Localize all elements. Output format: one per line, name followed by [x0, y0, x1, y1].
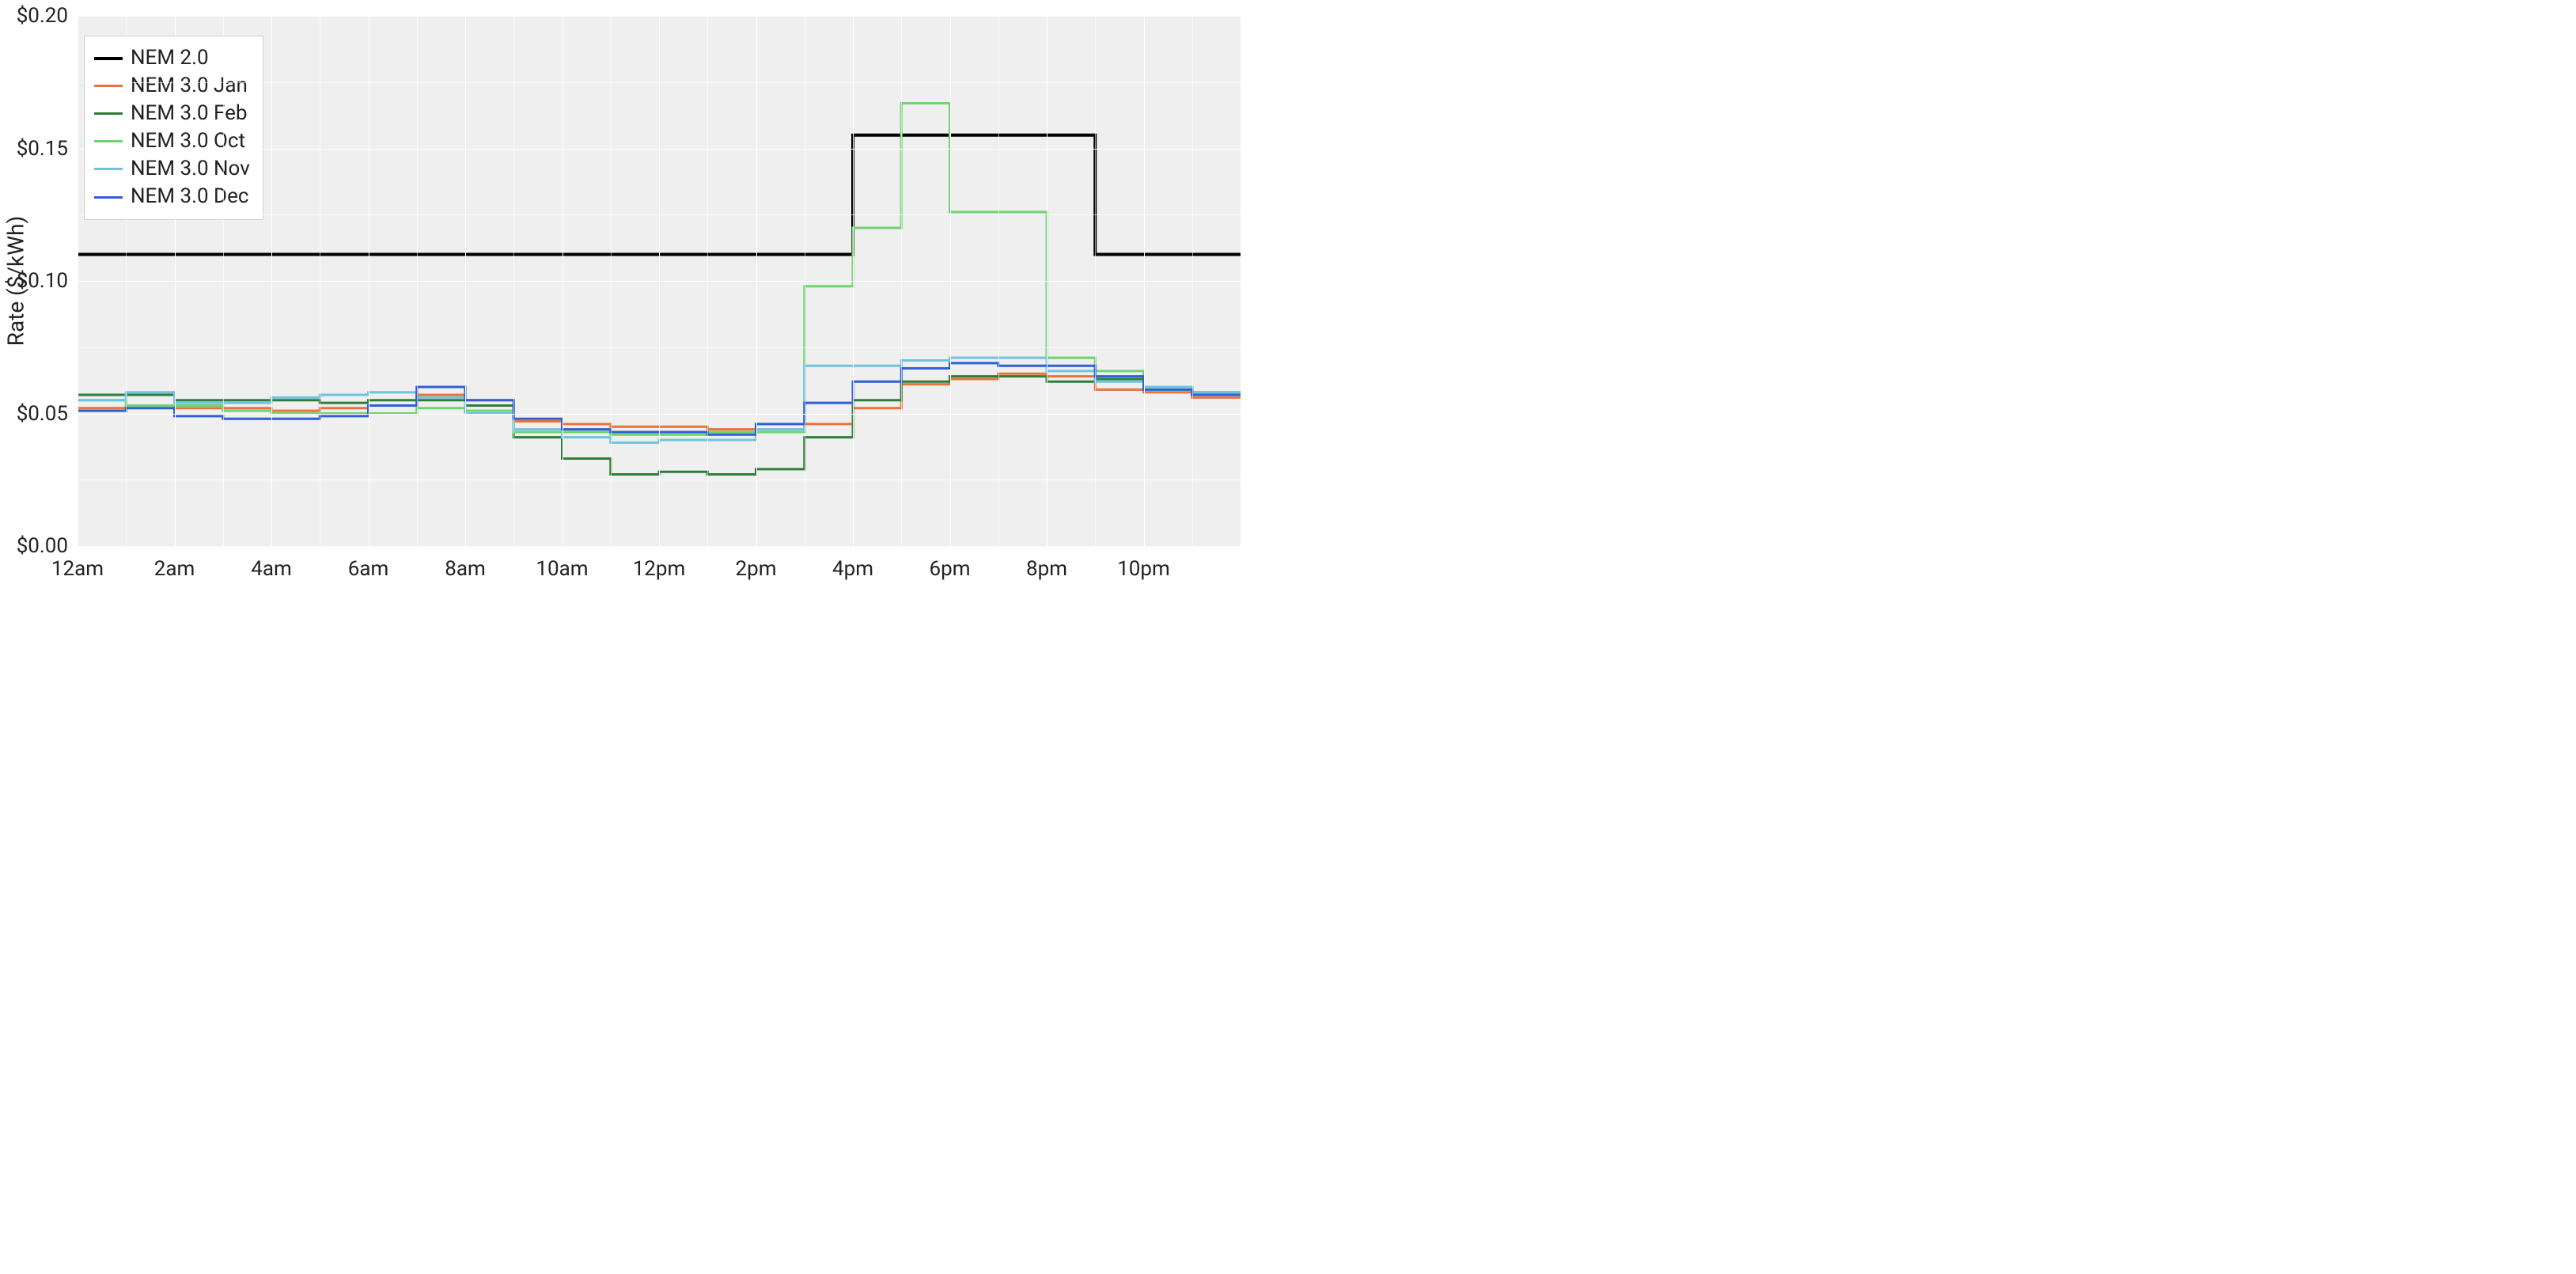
- grid-line-v-minor: [513, 16, 514, 546]
- y-tick-label: $0.20: [17, 4, 78, 28]
- grid-line-v: [659, 16, 660, 546]
- x-tick-label: 8am: [445, 546, 486, 581]
- grid-line-v: [175, 16, 176, 546]
- x-tick-label: 6pm: [929, 546, 970, 581]
- legend-swatch: [94, 112, 123, 115]
- legend-label: NEM 3.0 Jan: [131, 72, 248, 100]
- grid-line-v-minor: [611, 16, 612, 546]
- grid-line-v-minor: [1192, 16, 1193, 546]
- legend-swatch: [94, 140, 123, 142]
- legend-item: NEM 3.0 Oct: [94, 127, 250, 155]
- x-tick-label: 4am: [251, 546, 292, 581]
- legend-swatch: [94, 85, 123, 87]
- legend-label: NEM 3.0 Oct: [131, 127, 245, 155]
- rate-chart: NEM 2.0NEM 3.0 JanNEM 3.0 FebNEM 3.0 Oct…: [0, 0, 1288, 637]
- grid-line-v: [853, 16, 854, 546]
- legend-item: NEM 2.0: [94, 44, 250, 72]
- legend: NEM 2.0NEM 3.0 JanNEM 3.0 FebNEM 3.0 Oct…: [84, 36, 263, 220]
- grid-line-v-minor: [998, 16, 999, 546]
- plot-area: NEM 2.0NEM 3.0 JanNEM 3.0 FebNEM 3.0 Oct…: [78, 16, 1241, 546]
- grid-line-v: [465, 16, 466, 546]
- legend-label: NEM 3.0 Nov: [131, 155, 250, 183]
- x-tick-label: 12am: [51, 546, 104, 581]
- grid-line-v: [756, 16, 757, 546]
- grid-line-v-minor: [707, 16, 708, 546]
- legend-label: NEM 2.0: [131, 44, 209, 72]
- y-tick-label: $0.15: [17, 137, 78, 161]
- x-tick-label: 8pm: [1026, 546, 1067, 581]
- legend-swatch: [94, 57, 123, 60]
- x-tick-label: 4pm: [832, 546, 873, 581]
- x-tick-label: 2pm: [735, 546, 776, 581]
- x-tick-label: 6am: [348, 546, 389, 581]
- grid-line-v: [950, 16, 951, 546]
- y-axis-label: Rate ($/kWh): [3, 216, 29, 347]
- grid-line-v-minor: [223, 16, 224, 546]
- legend-swatch: [94, 168, 123, 170]
- legend-item: NEM 3.0 Dec: [94, 183, 250, 210]
- legend-item: NEM 3.0 Feb: [94, 100, 250, 127]
- x-tick-label: 12pm: [633, 546, 686, 581]
- y-tick-label: $0.05: [17, 402, 78, 426]
- legend-label: NEM 3.0 Feb: [131, 100, 248, 127]
- grid-line-v-minor: [901, 16, 902, 546]
- x-tick-label: 2am: [154, 546, 195, 581]
- grid-line-v: [271, 16, 272, 546]
- grid-line-v-minor: [417, 16, 418, 546]
- legend-item: NEM 3.0 Jan: [94, 72, 250, 100]
- x-tick-label: 10am: [536, 546, 588, 581]
- grid-line-v: [1144, 16, 1145, 546]
- grid-line-v-minor: [126, 16, 127, 546]
- x-tick-label: 10pm: [1117, 546, 1170, 581]
- legend-item: NEM 3.0 Nov: [94, 155, 250, 183]
- grid-line-v-minor: [1095, 16, 1096, 546]
- legend-swatch: [94, 196, 123, 199]
- legend-label: NEM 3.0 Dec: [131, 183, 248, 210]
